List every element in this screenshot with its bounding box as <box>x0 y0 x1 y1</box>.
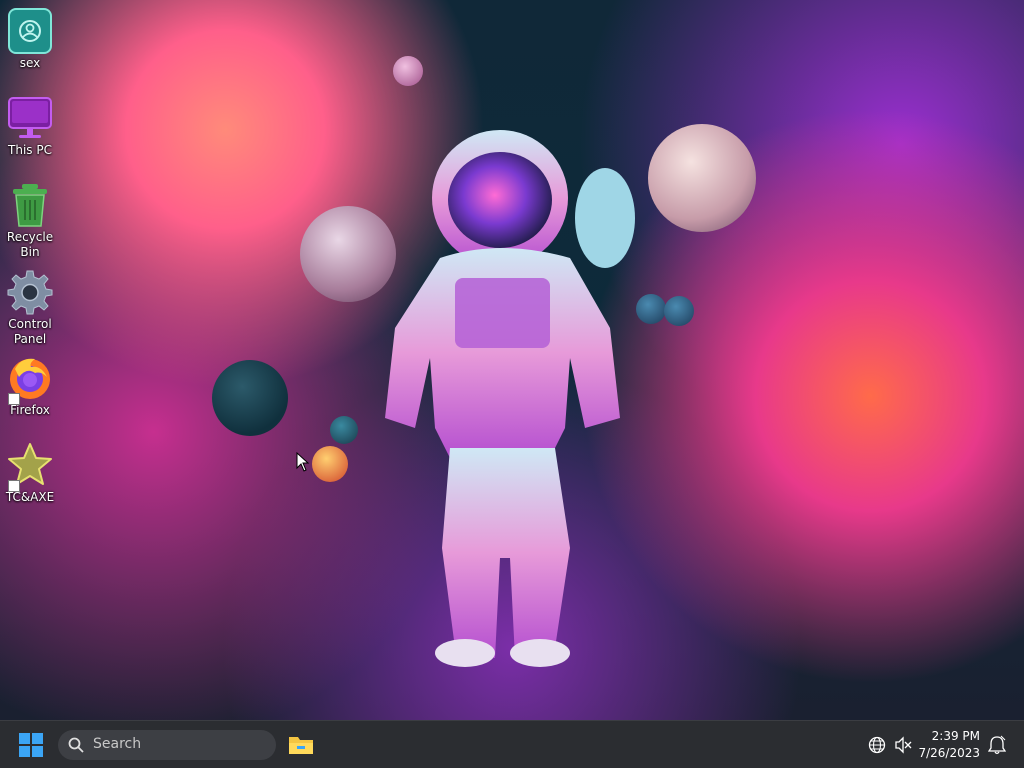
windows-logo-icon <box>19 733 43 757</box>
wallpaper-astronaut <box>385 130 635 667</box>
notification-bell-icon <box>987 735 1007 755</box>
network-button[interactable] <box>868 736 886 754</box>
network-globe-icon <box>868 736 886 754</box>
gear-icon <box>7 270 53 315</box>
clock-area[interactable]: 2:39 PM 7/26/2023 <box>916 727 982 763</box>
mouse-cursor-icon <box>296 452 310 472</box>
shortcut-arrow-icon <box>8 480 20 492</box>
file-explorer-icon <box>289 737 313 754</box>
search-placeholder: Search <box>93 736 142 752</box>
desktop-icon-label: This PC <box>8 143 52 157</box>
wallpaper-planet <box>330 416 358 444</box>
desktop[interactable]: sex This PC Recycle Bin Control Panel Fi… <box>0 0 1024 720</box>
wallpaper-planet <box>312 446 348 482</box>
desktop-icon-label: Firefox <box>10 403 50 417</box>
desktop-icon-user-folder[interactable]: sex <box>2 8 58 71</box>
desktop-icon-control-panel[interactable]: Control Panel <box>2 269 58 347</box>
desktop-icon-label: TC&AXE <box>5 490 55 504</box>
search-icon <box>68 737 84 753</box>
desktop-icon-firefox[interactable]: Firefox <box>2 355 58 418</box>
clock-time: 2:39 PM <box>931 729 980 743</box>
desktop-icon-label: Recycle Bin <box>6 230 54 259</box>
recycle-bin-icon <box>13 184 47 227</box>
user-folder-icon <box>8 8 52 54</box>
desktop-icon-tc-axe[interactable]: TC&AXE <box>2 442 58 505</box>
clock-date: 7/26/2023 <box>918 746 980 760</box>
monitor-icon <box>8 97 52 138</box>
volume-button[interactable] <box>894 736 912 754</box>
taskbar: Search 2:39 PM 7/26/2023 <box>0 720 1024 768</box>
volume-muted-icon <box>895 736 912 754</box>
search-box[interactable]: Search <box>58 730 276 760</box>
wallpaper-planet <box>212 360 288 436</box>
start-button[interactable] <box>18 732 44 758</box>
shortcut-arrow-icon <box>8 393 20 405</box>
taskbar-file-explorer[interactable] <box>288 732 314 758</box>
wallpaper-planet <box>393 56 423 86</box>
desktop-icon-label: Control Panel <box>8 317 52 346</box>
desktop-icon-label: sex <box>19 56 41 70</box>
desktop-icon-this-pc[interactable]: This PC <box>2 95 58 158</box>
desktop-icon-recycle-bin[interactable]: Recycle Bin <box>2 182 58 260</box>
notification-button[interactable] <box>987 735 1007 755</box>
